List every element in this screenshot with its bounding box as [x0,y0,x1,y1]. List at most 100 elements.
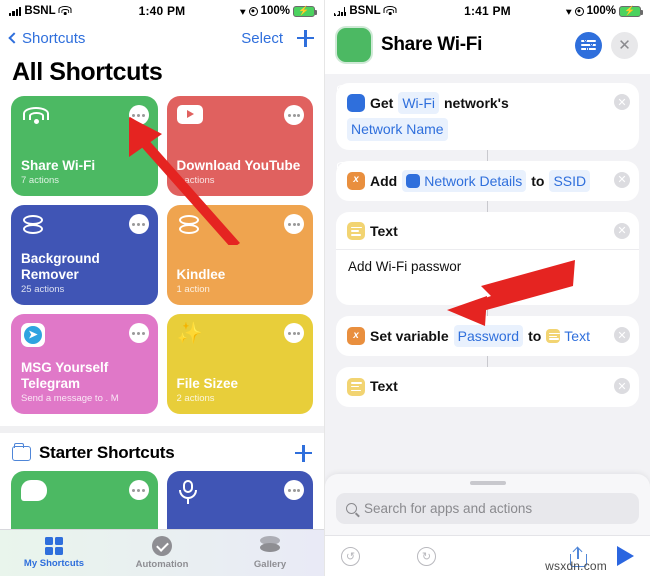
action-word: to [528,328,542,345]
token-label: Text [564,328,590,345]
sheet-grabber[interactable] [469,480,506,485]
action-word: Set variable [370,328,449,345]
tile-subtitle: Send a message to . M [21,393,119,405]
search-input[interactable]: Search for apps and actions [336,493,639,524]
action-card-text[interactable]: Text Add Wi-Fi passwor ✕ [336,211,639,306]
nav-actions: Select [241,29,314,47]
chat-bubble-icon [21,480,47,501]
layers-icon [177,214,203,238]
add-shortcut-button[interactable] [297,29,314,47]
redo-icon[interactable]: ↻ [417,546,436,566]
battery-charging-icon: ⚡ [619,5,644,17]
action-content: Get Wi-Fi network's Network Name [337,84,628,141]
action-content: Text [347,376,628,396]
starter-shortcuts-header: Starter Shortcuts [0,433,324,471]
location-arrow-icon [239,7,247,15]
tab-label: Gallery [253,559,287,570]
layers-icon [259,536,281,556]
shortcut-editor-header: Share Wi-Fi ✕ [325,2,650,72]
battery-percent: 100% [260,5,290,17]
action-card-partial-hidden[interactable]: Text ✕ [336,367,639,408]
add-starter-shortcut-button[interactable] [295,444,312,462]
play-icon[interactable] [617,546,634,566]
tile-title: Kindlee [176,267,226,283]
shortcut-settings-button[interactable] [575,31,602,59]
action-content: x Add Network Details to SSID [337,162,628,192]
tile-title: Download YouTube [176,158,301,174]
delete-action-button[interactable]: ✕ [614,171,630,188]
action-word: to [531,172,545,189]
status-right: 100% ⚡ [565,5,644,17]
variable-x-icon: x [347,327,365,346]
shortcut-tile-background-remover[interactable]: Background Remover 25 actions [11,205,158,305]
tile-more-button[interactable] [128,105,149,125]
action-token-text[interactable]: Text [546,325,590,347]
shortcut-tile-share-wifi[interactable]: Share Wi-Fi 7 actions [11,96,158,196]
tile-more-button[interactable] [284,323,304,343]
action-token-wifi[interactable]: Wi-Fi [398,92,439,115]
action-title: Text [370,378,398,395]
shortcut-tile-msg-yourself-telegram[interactable]: ➤ MSG Yourself Telegram Send a message t… [11,314,158,414]
wifi-icon [337,162,421,188]
tile-title: Share Wi-Fi [21,158,96,174]
magic-wand-icon: ✨ [176,322,203,345]
layers-icon [21,214,47,238]
tile-more-button[interactable] [284,214,304,234]
action-word: Get [370,95,394,111]
close-x-icon: ✕ [618,37,631,54]
tile-subtitle: 2 actions [176,393,215,405]
tab-automation[interactable]: Automation [108,530,216,576]
tab-my-shortcuts[interactable]: My Shortcuts [0,530,108,576]
tile-subtitle: 1 action [176,284,210,296]
action-word: network's [444,95,509,111]
battery-charging-icon: ⚡ [293,5,318,17]
telegram-icon: ➤ [21,323,45,347]
close-button[interactable]: ✕ [611,31,638,59]
shortcut-tile-kindlee[interactable]: Kindlee 1 action [166,205,313,305]
action-token-network-name[interactable]: Network Name [347,118,448,141]
tile-more-button[interactable] [128,480,149,500]
shortcut-app-icon[interactable] [327,2,371,62]
action-connector [486,200,489,212]
action-token-password[interactable]: Password [453,325,524,348]
action-card-add-network-details[interactable]: x Add Network Details to SSID ✕ [336,160,639,201]
header-actions: ✕ [575,31,638,59]
microphone-icon [177,480,199,504]
shortcut-tile-file-sizee[interactable]: ✨ File Sizee 2 actions [166,314,313,414]
tile-more-button[interactable] [128,323,149,343]
delete-action-button[interactable]: ✕ [614,94,630,110]
grid-icon [44,536,64,556]
action-content: Text [347,221,628,241]
back-button[interactable]: Shortcuts [8,29,86,47]
tile-more-button[interactable] [284,480,304,500]
wifi-icon [337,84,365,113]
text-lines-icon [347,377,365,396]
back-label: Shortcuts [22,29,86,47]
action-connector [486,149,489,161]
undo-icon[interactable]: ↺ [341,546,360,566]
tile-title: Background Remover [21,251,100,283]
chevron-left-icon [8,32,20,44]
action-token-network-details[interactable]: Network Details [337,162,527,192]
tile-more-button[interactable] [284,105,304,125]
youtube-play-icon [176,105,203,124]
tile-subtitle: 7 actions [21,175,60,187]
variable-x-icon: x [347,171,365,190]
left-status-bar: BSNL 1:40 PM 100% ⚡ [0,0,324,22]
tile-more-button[interactable] [128,214,149,234]
select-button[interactable]: Select [241,30,283,47]
action-card-get-wifi-network[interactable]: Get Wi-Fi network's Network Name ✕ [336,83,639,150]
left-navigation-bar: Shortcuts Select [0,22,324,54]
delete-action-button[interactable]: ✕ [614,222,630,239]
action-search-sheet: Search for apps and actions [325,473,650,535]
battery-percent: 100% [586,5,616,17]
action-token-ssid[interactable]: SSID [549,169,591,192]
wifi-icon [21,105,51,131]
tab-label: Automation [135,559,189,570]
action-card-set-variable-password[interactable]: x Set variable Password to Text ✕ [336,316,639,357]
sliders-icon [581,38,596,51]
text-field-value[interactable]: Add Wi-Fi passwor [347,250,628,296]
shortcut-tile-download-youtube[interactable]: Download YouTube 3 actions [166,96,313,196]
left-phone-screen: BSNL 1:40 PM 100% ⚡ Shortcuts Select All… [0,0,325,576]
tab-gallery[interactable]: Gallery [216,530,324,576]
